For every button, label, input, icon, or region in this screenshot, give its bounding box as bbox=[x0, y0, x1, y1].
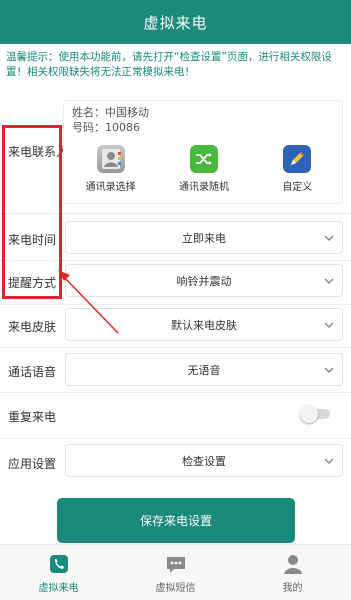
contacts-random-label: 通讯录随机 bbox=[178, 182, 229, 193]
toggle-knob bbox=[300, 405, 318, 423]
nav-label-me: 我的 bbox=[282, 583, 303, 594]
call-skin-select[interactable]: 默认来电皮肤 bbox=[65, 308, 343, 341]
contacts-random-button[interactable]: 通讯录随机 bbox=[164, 145, 244, 193]
chevron-down-icon bbox=[324, 235, 334, 242]
phone-icon bbox=[49, 555, 68, 573]
chevron-down-icon bbox=[324, 458, 334, 465]
call-skin-value: 默认来电皮肤 bbox=[171, 318, 237, 332]
divider bbox=[0, 438, 351, 439]
contact-card: 姓名：中国移动 号码：10086 通讯录选择 通讯录随机 自定义 bbox=[63, 100, 343, 204]
message-icon bbox=[166, 557, 185, 573]
chevron-down-icon bbox=[324, 367, 334, 374]
divider bbox=[0, 392, 351, 393]
custom-contact-label: 自定义 bbox=[282, 182, 313, 193]
contact-actions: 通讯录选择 通讯录随机 自定义 bbox=[64, 145, 344, 193]
call-time-value: 立即来电 bbox=[182, 231, 226, 245]
app-settings-select[interactable]: 检查设置 bbox=[65, 444, 343, 477]
call-time-select[interactable]: 立即来电 bbox=[65, 221, 343, 254]
warning-tip: 温馨提示：使用本功能前，请先打开“检查设置”页面，进行相关权限设置！相关权限缺失… bbox=[6, 51, 332, 78]
contact-name: 姓名：中国移动 bbox=[72, 106, 149, 119]
bottom-nav: 虚拟来电 虚拟短信 我的 bbox=[0, 544, 351, 600]
save-call-settings-button[interactable]: 保存来电设置 bbox=[57, 498, 295, 543]
custom-contact-button[interactable]: 自定义 bbox=[257, 145, 337, 193]
app-header: 虚拟来电 bbox=[0, 0, 351, 44]
edit-pen-icon bbox=[283, 145, 312, 173]
contacts-book-icon bbox=[96, 145, 125, 173]
call-voice-select[interactable]: 无语音 bbox=[65, 353, 343, 386]
annotation-highlight-box bbox=[2, 125, 62, 299]
contacts-select-label: 通讯录选择 bbox=[85, 182, 136, 193]
user-icon bbox=[283, 555, 302, 574]
chevron-down-icon bbox=[324, 322, 334, 329]
nav-item-virtual-sms[interactable]: 虚拟短信 bbox=[117, 545, 234, 600]
contacts-select-button[interactable]: 通讯录选择 bbox=[71, 145, 151, 193]
call-voice-value: 无语音 bbox=[187, 363, 221, 377]
nav-label-virtual-sms: 虚拟短信 bbox=[155, 583, 196, 594]
nav-item-virtual-call[interactable]: 虚拟来电 bbox=[0, 545, 117, 600]
shuffle-icon bbox=[189, 145, 218, 173]
nav-label-virtual-call: 虚拟来电 bbox=[38, 583, 79, 594]
reminder-select[interactable]: 响铃并震动 bbox=[65, 264, 343, 297]
call-voice-label: 通话语音 bbox=[8, 365, 57, 379]
nav-item-me[interactable]: 我的 bbox=[234, 545, 351, 600]
divider bbox=[0, 347, 351, 348]
repeat-call-label: 重复来电 bbox=[8, 410, 57, 424]
reminder-value: 响铃并震动 bbox=[176, 274, 232, 288]
call-skin-label: 来电皮肤 bbox=[8, 320, 57, 334]
chevron-down-icon bbox=[324, 278, 334, 285]
app-settings-label: 应用设置 bbox=[8, 457, 57, 471]
divider bbox=[0, 304, 351, 305]
contact-number: 号码：10086 bbox=[72, 121, 140, 134]
repeat-call-toggle[interactable] bbox=[300, 405, 332, 423]
page-title: 虚拟来电 bbox=[143, 13, 208, 32]
contact-info: 姓名：中国移动 号码：10086 bbox=[72, 105, 149, 135]
app-settings-value: 检查设置 bbox=[182, 454, 226, 468]
